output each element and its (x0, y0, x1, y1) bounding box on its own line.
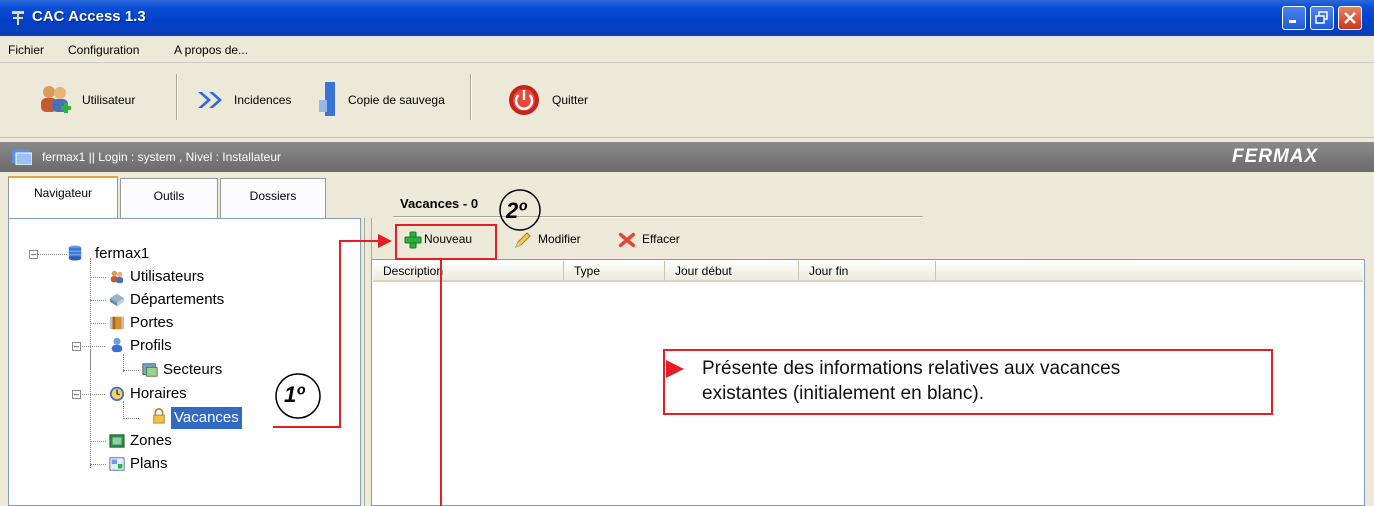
restore-button[interactable] (1310, 6, 1334, 30)
zones-icon (109, 434, 125, 448)
collapse-toggle[interactable]: – (72, 390, 81, 399)
title-bar: CAC Access 1.3 (0, 0, 1374, 36)
departments-icon (109, 293, 125, 307)
backup-icon (319, 82, 335, 116)
collapse-toggle[interactable]: – (72, 342, 81, 351)
toolbar-copie-button[interactable]: Copie de sauvega (318, 76, 468, 124)
callout-text: Présente des informations relatives aux … (702, 356, 1120, 406)
tree-label-departements: Départements (130, 291, 225, 308)
tree-connector (90, 300, 106, 301)
database-icon (68, 245, 82, 261)
tree-label-portes: Portes (130, 314, 174, 331)
toolbar-quitter-label: Quitter (552, 93, 589, 107)
toolbar-incidences-label: Incidences (234, 93, 292, 107)
window-title: CAC Access 1.3 (32, 8, 146, 25)
toolbar-separator (470, 74, 472, 120)
session-info: fermax1 || Login : system , Nivel : Inst… (42, 150, 281, 164)
door-icon (109, 316, 125, 330)
toolbar-incidences-button[interactable]: Incidences (192, 76, 316, 124)
close-icon (1344, 12, 1356, 24)
tree-connector (90, 349, 91, 369)
double-arrow-icon (198, 92, 222, 108)
modifier-label: Modifier (538, 232, 581, 246)
tree-label-horaires: Horaires (130, 385, 187, 402)
collapse-toggle[interactable]: – (29, 250, 38, 259)
tree-connector (37, 254, 67, 255)
effacer-label: Effacer (642, 232, 680, 246)
annotation-arrowhead (378, 234, 392, 248)
annotation-connector (339, 240, 379, 242)
tree-connector (123, 401, 124, 419)
users-icon (110, 270, 124, 284)
step2-label: 2º (506, 198, 527, 223)
column-header-type[interactable]: Type (564, 261, 665, 282)
column-header-jour-fin[interactable]: Jour fin (799, 261, 936, 282)
tree-label-secteurs: Secteurs (163, 361, 223, 378)
navigator-tree: – – – fermax1 Utilisateurs Départements (8, 218, 361, 506)
pencil-icon (515, 232, 531, 248)
column-header-jour-debut[interactable]: Jour début (665, 261, 799, 282)
users-icon (41, 86, 71, 113)
minimize-icon (1289, 20, 1296, 23)
toolbar-utilisateur-button[interactable]: Utilisateur (36, 76, 176, 124)
tree-connector (123, 418, 139, 419)
annotation-connector (440, 260, 442, 506)
tab-navigateur[interactable]: Navigateur (8, 176, 118, 220)
tree-connector (90, 441, 106, 442)
tree-label-vacances: Vacances (170, 406, 243, 430)
vacances-header: Vacances - 0 (400, 196, 479, 211)
callout-line-1: Présente des informations relatives aux … (702, 358, 1121, 379)
clock-icon (109, 386, 125, 401)
toolbar-utilisateur-label: Utilisateur (82, 93, 136, 107)
tree-label-plans: Plans (130, 455, 168, 472)
menu-a-propos[interactable]: A propos de... (174, 43, 248, 57)
profile-icon (111, 337, 123, 353)
callout-line-2: existantes (initialement en blanc). (702, 383, 984, 404)
annotation-connector (339, 240, 341, 428)
toolbar-separator (176, 74, 178, 120)
tab-outils[interactable]: Outils (120, 178, 218, 218)
fermax-logo: FERMAX (1232, 146, 1319, 167)
column-header-filler (936, 261, 1363, 282)
app-icon (12, 11, 24, 25)
step1-label: 1º (284, 382, 305, 407)
menu-bar: Fichier Configuration A propos de... (0, 36, 1374, 63)
tree-connector (77, 394, 105, 395)
annotation-connector (273, 426, 339, 428)
menu-fichier[interactable]: Fichier (8, 43, 44, 57)
tree-connector (77, 346, 105, 347)
tree-label-utilisateurs: Utilisateurs (130, 268, 205, 285)
restore-icon (1315, 11, 1328, 24)
header-divider (393, 216, 923, 218)
delete-icon (618, 232, 636, 248)
close-button[interactable] (1338, 6, 1362, 30)
tree-label-profils: Profils (130, 337, 172, 354)
info-bar: fermax1 || Login : system , Nivel : Inst… (0, 142, 1374, 172)
toolbar-quitter-button[interactable]: Quitter (508, 76, 598, 124)
nouveau-highlight (395, 224, 497, 260)
tab-dossiers[interactable]: Dossiers (220, 178, 326, 218)
tree-connector (90, 277, 106, 278)
minimize-button[interactable] (1282, 6, 1306, 30)
main-toolbar: Utilisateur Incidences Copie de sauvega … (0, 64, 1374, 138)
callout-arrow-icon (666, 360, 684, 378)
sectors-icon (142, 363, 158, 377)
tree-connector (123, 370, 139, 371)
column-header-description[interactable]: Description (373, 261, 564, 282)
power-icon (509, 85, 539, 115)
menu-configuration[interactable]: Configuration (68, 43, 139, 57)
toolbar-copie-label: Copie de sauvega (348, 93, 445, 107)
tree-label-root: fermax1 (95, 245, 150, 262)
plans-icon (109, 457, 125, 471)
tree-connector (90, 464, 106, 465)
window-icon (12, 149, 32, 165)
tree-connector (90, 323, 106, 324)
lock-icon (153, 408, 165, 424)
tree-label-zones: Zones (130, 432, 172, 449)
